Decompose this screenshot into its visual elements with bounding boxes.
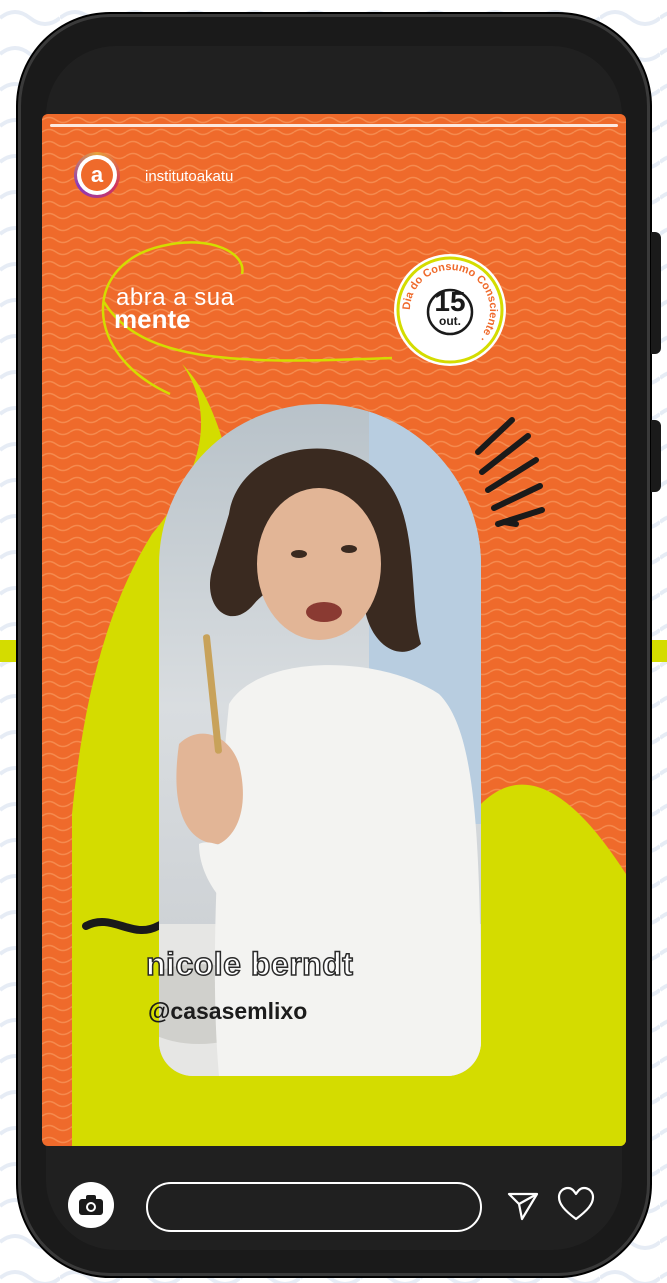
phone-side-button-top [651, 232, 661, 354]
heart-icon[interactable] [556, 1186, 596, 1222]
camera-button[interactable] [68, 1182, 114, 1228]
profile-avatar[interactable]: a [74, 152, 120, 198]
story-reply-bar [42, 1146, 626, 1232]
send-icon[interactable] [506, 1188, 540, 1222]
featured-person-handle: @casasemlixo [148, 998, 308, 1024]
badge-month: out. [439, 314, 461, 328]
message-input[interactable] [146, 1182, 482, 1232]
story-progress-bar [50, 124, 618, 127]
phone-side-button-bottom [651, 420, 661, 492]
profile-username[interactable]: institutoakatu [145, 168, 233, 185]
featured-person-name: nicole berndt [145, 945, 354, 983]
camera-icon [79, 1195, 103, 1215]
akatu-logo-icon: a [81, 159, 113, 191]
badge-day: 15 [434, 286, 466, 317]
date-badge: Dia do Consumo Consciente · 15 out. [394, 254, 506, 366]
story-screen[interactable]: a institutoakatu abra a sua mente Dia do… [42, 114, 626, 1146]
brand-tagline-line2: mente [114, 304, 191, 334]
